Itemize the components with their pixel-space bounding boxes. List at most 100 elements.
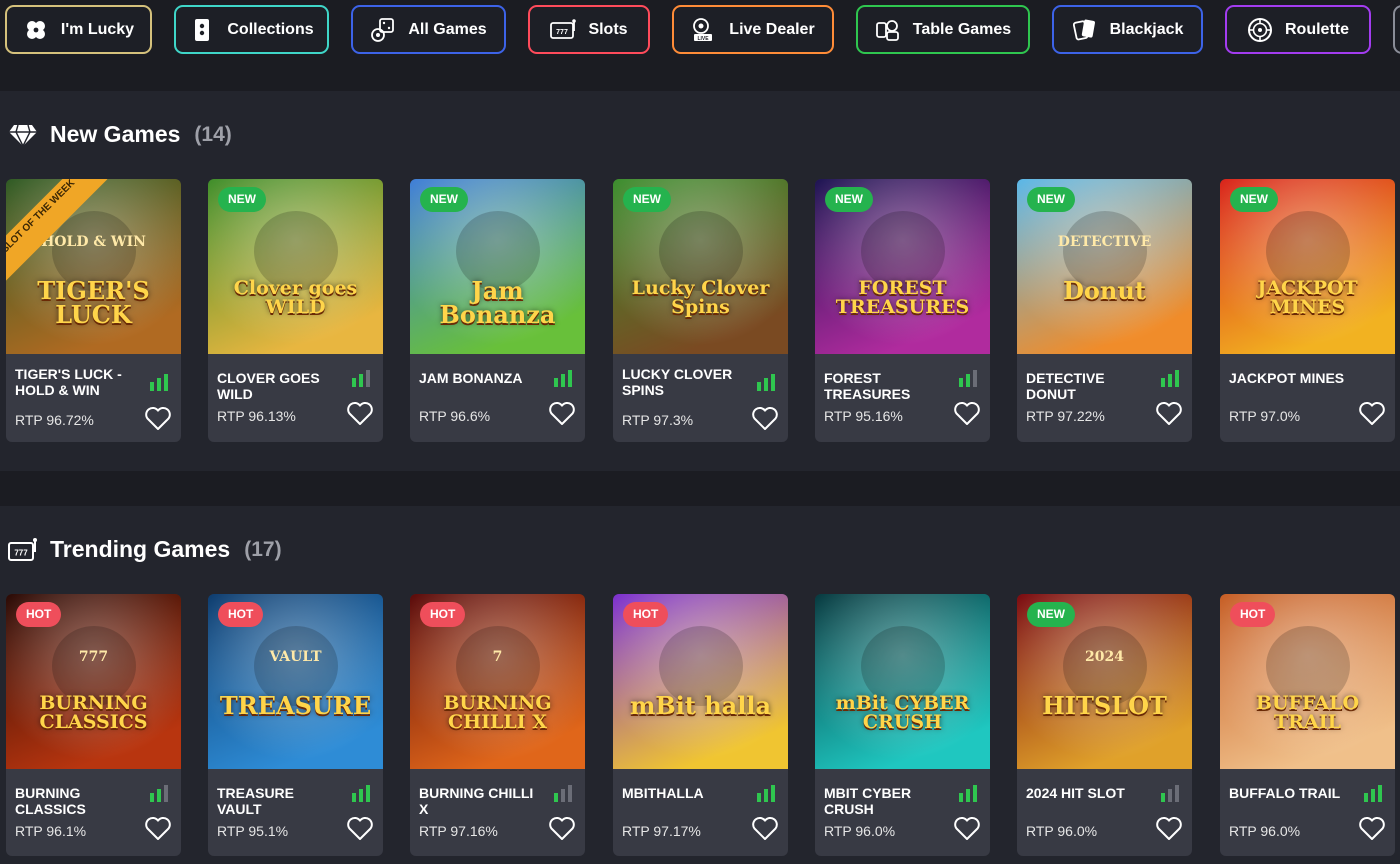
game-card-tiger-s-luck-hold-win[interactable]: HOLD & WIN TIGER'S LUCK SLOT OF THE WEEK Ti… [6,179,181,442]
game-thumbnail[interactable]: 7 BURNING CHILLI X HOT [410,594,585,769]
category-live-dealer[interactable]: LIVE Live Dealer [672,5,834,54]
artwork-title: BUFFALO TRAIL [1255,692,1360,733]
game-card-clover-goes-wild[interactable]: Clover goes WILD NEW Clover Goes Wild RTP 9… [208,179,383,442]
game-title[interactable]: Clover Goes Wild [217,370,335,402]
volatility-bars [554,785,572,802]
game-thumbnail[interactable]: Jam Bonanza NEW [410,179,585,354]
game-thumbnail[interactable]: Lucky Clover Spins NEW [613,179,788,354]
volatility-bar [1175,370,1179,387]
game-title[interactable]: Jackpot Mines [1229,370,1347,386]
category-collections[interactable]: Collections [174,5,329,54]
game-title[interactable]: Detective Donut [1026,370,1144,402]
heart-icon[interactable] [1155,816,1183,841]
game-card-jackpot-mines[interactable]: JACKPOT MINES NEW Jackpot Mines RTP 97.0% [1220,179,1395,442]
rtp-value: RTP 96.13% [217,408,296,424]
game-thumbnail[interactable]: mBit CYBER CRUSH [815,594,990,769]
game-card-2024-hit-slot[interactable]: 2024 HITSLOT NEW 2024 Hit Slot RTP 96.0% [1017,594,1192,856]
heart-icon[interactable] [144,816,172,841]
heart-icon[interactable] [1358,401,1386,426]
volatility-bars [352,370,370,387]
game-thumbnail[interactable]: FOREST TREASURES NEW [815,179,990,354]
game-card-burning-classics[interactable]: 777 BURNING CLASSICS HOT Burning Classics RT… [6,594,181,856]
game-thumbnail[interactable]: BUFFALO TRAIL HOT [1220,594,1395,769]
game-info: mBithalla RTP 97.17% [613,769,788,856]
clover-icon [23,17,49,43]
category-label: Collections [227,20,314,38]
game-title[interactable]: Buffalo Trail [1229,785,1347,801]
heart-icon[interactable] [751,406,779,431]
artwork-title: HITSLOT [1042,691,1167,720]
heart-icon[interactable] [953,401,981,426]
category-roulette[interactable]: Roulette [1225,5,1371,54]
section-title[interactable]: New Games [50,121,180,148]
category-table-games[interactable]: Table Games [856,5,1030,54]
game-thumbnail[interactable]: JACKPOT MINES NEW [1220,179,1395,354]
game-thumbnail[interactable]: mBit halla HOT [613,594,788,769]
game-title[interactable]: mBit Cyber Crush [824,785,942,817]
game-card-forest-treasures[interactable]: FOREST TREASURES NEW Forest Treasures RTP 9… [815,179,990,442]
game-card-buffalo-trail[interactable]: BUFFALO TRAIL HOT Buffalo Trail RTP 96.0% [1220,594,1395,856]
game-info: mBit Cyber Crush RTP 96.0% [815,769,990,856]
volatility-bar [1168,789,1172,802]
game-card-treasure-vault[interactable]: VAULT TREASURE HOT Treasure Vault RTP 95.1% [208,594,383,856]
category-next-partial[interactable] [1393,5,1400,54]
game-title[interactable]: 2024 Hit Slot [1026,785,1144,801]
heart-icon[interactable] [751,816,779,841]
section-count: (17) [244,537,282,561]
volatility-bar [157,378,161,391]
heart-icon[interactable] [346,401,374,426]
heart-icon[interactable] [1358,816,1386,841]
game-card-mbithalla[interactable]: mBit halla HOT mBithalla RTP 97.17% [613,594,788,856]
game-thumbnail[interactable]: DETECTIVE Donut NEW [1017,179,1192,354]
game-title[interactable]: mBithalla [622,785,740,801]
category-all-games[interactable]: All Games [351,5,506,54]
artwork-title: Donut [1063,276,1146,305]
table-games-icon [875,17,901,43]
volatility-bar [771,785,775,802]
game-info: Burning Chilli X RTP 97.16% [410,769,585,856]
section-title[interactable]: Trending Games [50,536,230,563]
heart-icon[interactable] [953,816,981,841]
game-title[interactable]: Forest Treasures [824,370,942,402]
game-title[interactable]: Lucky Clover Spins [622,366,740,398]
game-title[interactable]: Burning Classics [15,785,133,817]
category-blackjack[interactable]: Blackjack [1052,5,1203,54]
game-card-mbit-cyber-crush[interactable]: mBit CYBER CRUSH mBit Cyber Crush RTP 96.0… [815,594,990,856]
game-card-jam-bonanza[interactable]: Jam Bonanza NEW Jam Bonanza RTP 96.6% [410,179,585,442]
heart-icon[interactable] [548,401,576,426]
volatility-bar [164,374,168,391]
game-thumbnail[interactable]: Clover goes WILD NEW [208,179,383,354]
volatility-bar [1161,793,1165,802]
game-title[interactable]: Burning Chilli X [419,785,537,817]
artwork-subtitle: VAULT [269,649,322,665]
volatility-bar [959,793,963,802]
game-title[interactable]: Jam Bonanza [419,370,537,386]
game-title[interactable]: Treasure Vault [217,785,335,817]
game-thumbnail[interactable]: 777 BURNING CLASSICS HOT [6,594,181,769]
volatility-bar [561,374,565,387]
game-title[interactable]: Tiger's Luck - Hold & Win [15,366,133,398]
game-thumbnail[interactable]: 2024 HITSLOT NEW [1017,594,1192,769]
hot-badge: HOT [1230,602,1276,627]
rtp-value: RTP 95.1% [217,823,289,839]
heart-icon[interactable] [346,816,374,841]
volatility-bars [757,785,775,802]
volatility-bars [757,374,775,391]
new-badge: NEW [218,187,266,212]
heart-icon[interactable] [548,816,576,841]
artwork-title: TIGER'S LUCK [37,276,150,329]
category-i-m-lucky[interactable]: I'm Lucky [5,5,152,54]
slot-777-icon: 777 [550,17,577,43]
game-thumbnail[interactable]: VAULT TREASURE HOT [208,594,383,769]
game-card-burning-chilli-x[interactable]: 7 BURNING CHILLI X HOT Burning Chilli X RTP … [410,594,585,856]
section-heading: 777 Trending Games (17) [8,536,282,563]
volatility-bar [973,370,977,387]
volatility-bar [150,793,154,802]
game-card-lucky-clover-spins[interactable]: Lucky Clover Spins NEW Lucky Clover Spins R… [613,179,788,442]
heart-icon[interactable] [1155,401,1183,426]
game-thumbnail[interactable]: HOLD & WIN TIGER'S LUCK SLOT OF THE WEEK [6,179,181,354]
game-card-detective-donut[interactable]: DETECTIVE Donut NEW Detective Donut RTP 97.2… [1017,179,1192,442]
volatility-bar [150,382,154,391]
category-slots[interactable]: 777 Slots [528,5,650,54]
heart-icon[interactable] [144,406,172,431]
